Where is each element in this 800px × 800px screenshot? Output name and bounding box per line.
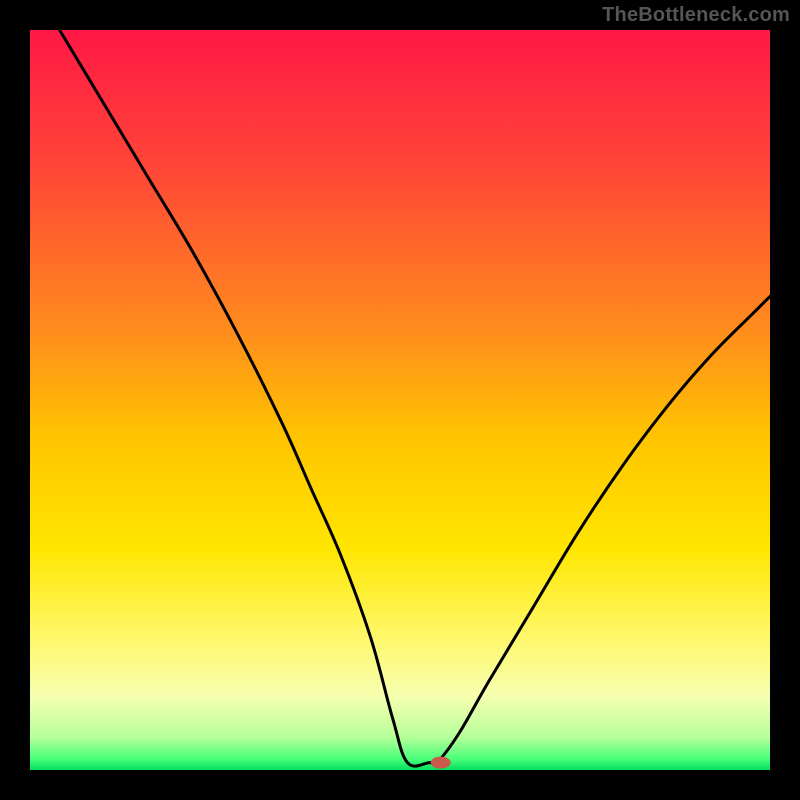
optimal-point-marker [431, 757, 451, 769]
plot-area [30, 30, 770, 770]
gradient-background [30, 30, 770, 770]
chart-container: TheBottleneck.com [0, 0, 800, 800]
bottleneck-chart [30, 30, 770, 770]
watermark-text: TheBottleneck.com [602, 4, 790, 27]
